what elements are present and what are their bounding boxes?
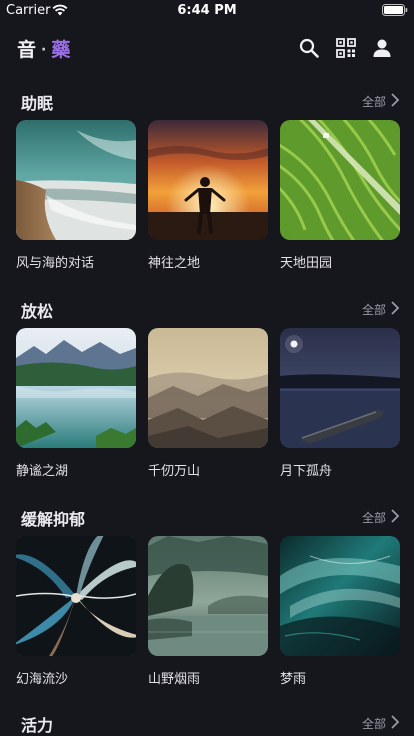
chevron-right-icon[interactable] [391,93,400,107]
track-title: 月下孤舟 [280,464,333,479]
track-title: 风与海的对话 [16,256,95,271]
track-title: 神往之地 [148,256,201,271]
logo-left: 音 [17,39,37,61]
track-card[interactable]: 幻海流沙 [16,536,136,687]
track-title: 千仞万山 [148,464,201,479]
track-card[interactable]: 静谧之湖 [16,328,136,479]
section-title: 活力 [21,716,54,735]
track-thumbnail [280,328,400,448]
user-icon [373,39,391,57]
track-title: 静谧之湖 [16,464,69,479]
track-card[interactable]: 月下孤舟 [280,328,400,479]
see-all-link[interactable]: 全部 [362,301,386,318]
section-title: 缓解抑郁 [21,510,86,529]
section-title: 助眠 [21,94,54,113]
search-button[interactable] [298,37,320,59]
logo-right: 藥 [51,39,71,61]
see-all-link[interactable]: 全部 [362,715,386,732]
track-thumbnail [16,536,136,656]
track-title: 梦雨 [280,672,307,687]
track-card[interactable]: 风与海的对话 [16,120,136,271]
app-header: 音 · 藥 [0,32,414,66]
track-card[interactable]: 梦雨 [280,536,400,687]
see-all-link[interactable]: 全部 [362,93,386,110]
see-all-link[interactable]: 全部 [362,509,386,526]
track-thumbnail [280,120,400,240]
clock: 6:44 PM [177,3,237,18]
track-thumbnail [16,120,136,240]
search-icon [299,38,319,58]
chevron-right-icon[interactable] [391,301,400,315]
battery-icon [382,4,408,16]
track-thumbnail [148,536,268,656]
chevron-right-icon[interactable] [391,715,400,729]
qr-code-icon [336,38,356,58]
track-thumbnail [280,536,400,656]
chevron-right-icon[interactable] [391,509,400,523]
track-thumbnail [148,328,268,448]
track-thumbnail [16,328,136,448]
section-title: 放松 [21,302,54,321]
logo-dot: · [41,42,47,58]
track-title: 幻海流沙 [16,672,69,687]
track-card[interactable]: 神往之地 [148,120,268,271]
qr-scan-button[interactable] [335,37,357,59]
track-card[interactable]: 天地田园 [280,120,400,271]
track-card[interactable]: 山野烟雨 [148,536,268,687]
track-card[interactable]: 千仞万山 [148,328,268,479]
track-title: 山野烟雨 [148,672,201,687]
profile-button[interactable] [371,37,393,59]
app-logo: 音 · 藥 [17,35,70,62]
track-title: 天地田园 [280,256,333,271]
track-thumbnail [148,120,268,240]
status-bar: Carrier 6:44 PM [0,0,414,22]
